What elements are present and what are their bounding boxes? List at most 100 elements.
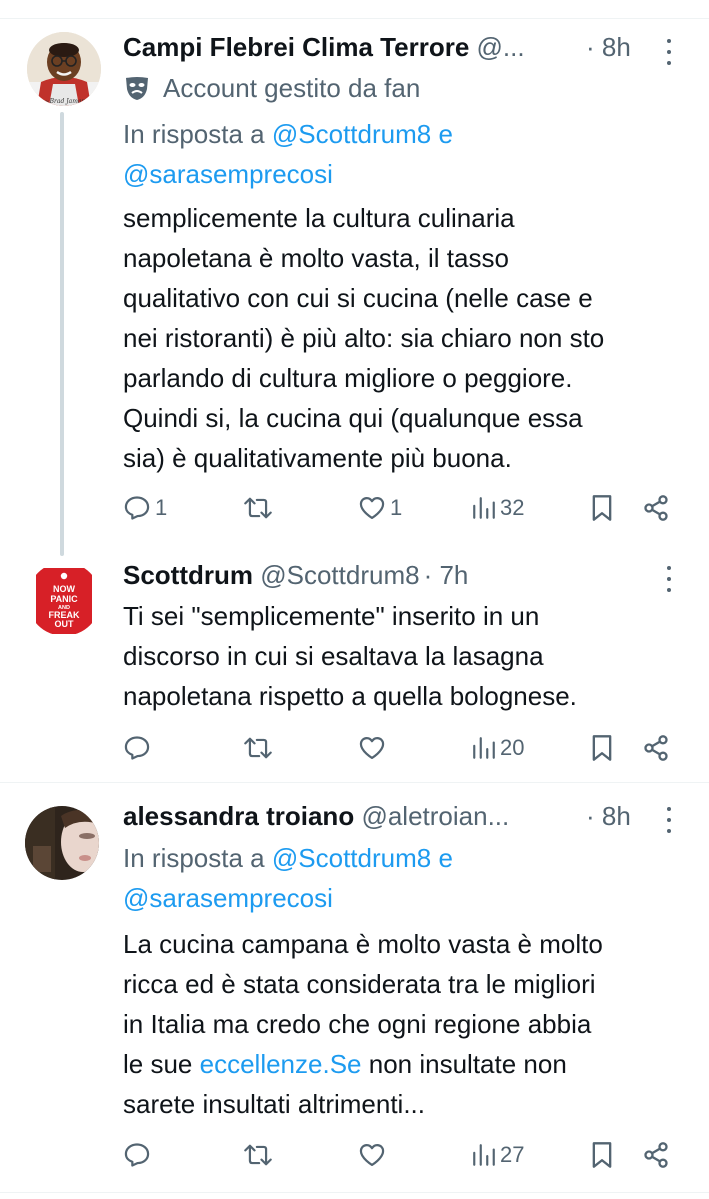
- fan-mask-icon: [126, 77, 148, 100]
- bookmark-button[interactable]: [590, 728, 614, 768]
- avatar-image: [25, 806, 99, 880]
- tweet-actions: 27: [0, 1135, 709, 1175]
- more-icon[interactable]: [665, 805, 673, 835]
- reply-button[interactable]: 1: [123, 488, 167, 528]
- text-segment: le sue: [123, 1049, 193, 1079]
- text-segment: non insultate non: [368, 1049, 567, 1079]
- reply-context: In risposta a @Scottdrum8 e @sarasemprec…: [123, 838, 693, 918]
- text-line: napoletana rispetto a quella bolognese.: [123, 681, 577, 711]
- tweet-text: La cucina campana è molto vasta è molto …: [123, 924, 693, 1124]
- reply-count: 1: [155, 495, 168, 520]
- tweet-text: Ti sei "semplicemente" inserito in un di…: [123, 596, 693, 716]
- reply-and[interactable]: e: [438, 843, 452, 873]
- user-handle[interactable]: @...: [477, 32, 525, 62]
- like-button[interactable]: 1: [358, 488, 402, 528]
- display-name[interactable]: alessandra troiano: [123, 801, 354, 831]
- text-line: sarete insultati altrimenti...: [123, 1089, 426, 1119]
- mention-link[interactable]: @Scottdrum8: [272, 843, 431, 873]
- svg-text:~Brad Jaman: ~Brad Jaman: [45, 98, 86, 105]
- share-icon: [644, 1142, 668, 1168]
- mention-link[interactable]: @Scottdrum8: [272, 119, 431, 149]
- avatar-image: NOW PANIC AND FREAK OUT: [27, 562, 101, 636]
- views-button[interactable]: 32: [472, 488, 524, 528]
- tweet-header: Scottdrum @Scottdrum8 · 7h: [123, 557, 468, 593]
- avatar-text: OUT: [55, 619, 75, 629]
- reply-button[interactable]: [123, 728, 155, 768]
- text-line: Ti sei "semplicemente" inserito in un: [123, 601, 540, 631]
- views-count: 27: [500, 1142, 525, 1167]
- text-line: discorso in cui si esaltava la lasagna: [123, 641, 544, 671]
- retweet-button[interactable]: [243, 488, 277, 528]
- avatar-alessandra-troiano[interactable]: [25, 806, 99, 880]
- like-button[interactable]: [358, 728, 390, 768]
- avatar-campi-flebrei[interactable]: ~Brad Jaman: [27, 32, 101, 106]
- user-handle[interactable]: @Scottdrum8: [260, 560, 419, 590]
- mention-link[interactable]: @sarasemprecosi: [123, 883, 333, 913]
- avatar-scottdrum[interactable]: NOW PANIC AND FREAK OUT: [27, 562, 101, 636]
- reply-icon: [124, 496, 150, 520]
- retweet-button[interactable]: [243, 1135, 277, 1175]
- fan-account-text: Account gestito da fan: [163, 73, 421, 103]
- reply-and[interactable]: e: [438, 119, 452, 149]
- bookmark-icon: [592, 495, 612, 521]
- more-icon[interactable]: [665, 564, 673, 594]
- top-divider: [0, 0, 709, 19]
- reply-prefix: In risposta a: [123, 119, 265, 149]
- timestamp[interactable]: · 8h: [586, 29, 631, 65]
- reply-prefix: In risposta a: [123, 843, 265, 873]
- user-handle[interactable]: @aletroian...: [361, 801, 509, 831]
- tweet-actions: 1 1 32: [0, 488, 709, 528]
- display-name[interactable]: Campi Flebrei Clima Terrore: [123, 32, 469, 62]
- reply-button[interactable]: [123, 1135, 155, 1175]
- timestamp[interactable]: · 8h: [586, 798, 631, 834]
- timestamp[interactable]: · 7h: [424, 560, 469, 590]
- text-line: Quindi si, la cucina qui (qualunque essa: [123, 403, 583, 433]
- share-icon: [644, 495, 668, 521]
- views-icon: [473, 1144, 495, 1166]
- views-icon: [473, 737, 495, 759]
- bookmark-button[interactable]: [590, 1135, 614, 1175]
- tweet-header: alessandra troiano @aletroian...: [123, 798, 509, 834]
- text-line: parlando di cultura migliore o peggiore.: [123, 363, 573, 393]
- share-button[interactable]: [642, 488, 670, 528]
- views-button[interactable]: 27: [472, 1135, 524, 1175]
- hashtag-link[interactable]: eccellenze.Se: [200, 1049, 362, 1079]
- like-icon: [359, 736, 385, 760]
- views-button[interactable]: 20: [472, 728, 524, 768]
- text-line: napoletana è molto vasta, il tasso: [123, 243, 509, 273]
- text-line: in Italia ma credo che ogni regione abbi…: [123, 1009, 592, 1039]
- views-count: 32: [500, 495, 525, 520]
- more-icon[interactable]: [665, 37, 673, 67]
- reply-icon: [124, 1143, 150, 1167]
- avatar-text: NOW: [53, 584, 76, 594]
- retweet-icon: [244, 497, 272, 519]
- reply-icon: [124, 736, 150, 760]
- mention-link[interactable]: @sarasemprecosi: [123, 159, 333, 189]
- share-button[interactable]: [642, 728, 670, 768]
- text-line: sia) è qualitativamente più buona.: [123, 443, 512, 473]
- tweet-actions: 20: [0, 728, 709, 768]
- bookmark-icon: [592, 1142, 612, 1168]
- like-icon: [359, 1143, 385, 1167]
- text-line: qualitativo con cui si cucina (nelle cas…: [123, 283, 593, 313]
- bottom-divider: [0, 1192, 709, 1193]
- retweet-icon: [244, 737, 272, 759]
- like-count: 1: [390, 495, 403, 520]
- bookmark-button[interactable]: [590, 488, 614, 528]
- fan-account-label: Account gestito da fan: [123, 70, 420, 106]
- tweet-text: semplicemente la cultura culinaria napol…: [123, 198, 693, 478]
- avatar-text: PANIC: [50, 594, 78, 604]
- retweet-icon: [244, 1144, 272, 1166]
- text-line: semplicemente la cultura culinaria: [123, 203, 515, 233]
- like-button[interactable]: [358, 1135, 390, 1175]
- retweet-button[interactable]: [243, 728, 277, 768]
- avatar-image: ~Brad Jaman: [27, 32, 101, 106]
- text-line: ricca ed è stata considerata tra le migl…: [123, 969, 596, 999]
- share-button[interactable]: [642, 1135, 670, 1175]
- display-name[interactable]: Scottdrum: [123, 560, 253, 590]
- text-line: La cucina campana è molto vasta è molto: [123, 929, 603, 959]
- reply-context: In risposta a @Scottdrum8 e @sarasemprec…: [123, 114, 693, 194]
- views-count: 20: [500, 735, 525, 760]
- tweet-header: Campi Flebrei Clima Terrore @...: [123, 29, 525, 65]
- like-icon: [359, 496, 385, 520]
